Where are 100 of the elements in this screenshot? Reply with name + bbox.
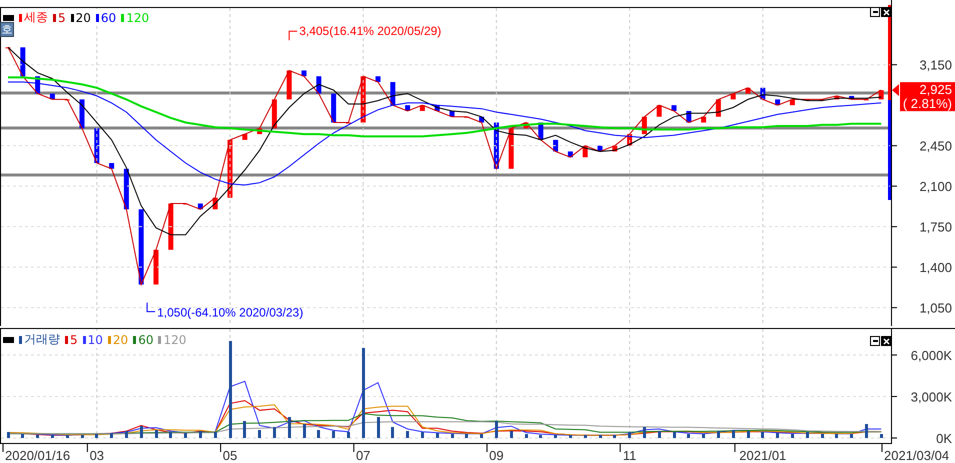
price-axis-label: 1,050 bbox=[919, 300, 952, 316]
volume-bar bbox=[51, 435, 54, 438]
candle bbox=[272, 99, 277, 128]
volume-bar bbox=[732, 430, 735, 438]
candle bbox=[124, 168, 129, 210]
legend-label: 120 bbox=[163, 332, 186, 346]
candle bbox=[286, 70, 292, 100]
volume-bar bbox=[525, 434, 528, 438]
legend-label: 5 bbox=[58, 10, 66, 24]
volume-bar bbox=[584, 435, 587, 438]
price-axis-label: 2,100 bbox=[919, 179, 952, 194]
candle bbox=[524, 122, 528, 128]
volume-bar bbox=[258, 430, 261, 438]
current-price-label: 2,925 bbox=[919, 82, 952, 98]
volume-bar bbox=[480, 434, 483, 438]
volume-bar bbox=[273, 427, 276, 438]
volume-bar bbox=[140, 426, 143, 438]
volume-bar bbox=[66, 435, 69, 438]
volume-bar bbox=[214, 432, 217, 438]
candle bbox=[450, 110, 454, 117]
date-axis-label: 05 bbox=[222, 448, 238, 463]
candle bbox=[168, 204, 174, 250]
candle bbox=[198, 204, 203, 210]
volume-bar bbox=[155, 430, 158, 438]
candle bbox=[642, 116, 647, 134]
candle bbox=[538, 122, 544, 140]
volume-bar bbox=[717, 431, 720, 438]
candle bbox=[730, 94, 736, 100]
volume-bar bbox=[169, 432, 172, 438]
candle bbox=[434, 105, 440, 111]
volume-bar bbox=[569, 435, 572, 438]
volume-bar bbox=[199, 431, 202, 438]
candle bbox=[20, 47, 26, 76]
candle bbox=[420, 105, 425, 111]
change-percent-label: ( 2.81%) bbox=[902, 96, 952, 112]
candle bbox=[35, 76, 40, 94]
close-icon[interactable] bbox=[881, 7, 891, 17]
legend-label: 5 bbox=[70, 332, 78, 346]
minimize-icon[interactable] bbox=[870, 7, 880, 17]
legend-label: 120 bbox=[126, 10, 150, 24]
panel-menu-icon[interactable] bbox=[3, 14, 14, 20]
volume-axis-label: 6,000K bbox=[910, 348, 952, 363]
volume-bar bbox=[495, 421, 498, 438]
volume-bar bbox=[880, 434, 883, 438]
date-axis-label: 2021/03/04 bbox=[884, 448, 950, 463]
horizontal-line[interactable] bbox=[1, 126, 890, 130]
candle bbox=[553, 140, 558, 152]
volume-bar bbox=[687, 434, 690, 438]
candle bbox=[656, 105, 662, 117]
price-axis-label: 1,750 bbox=[919, 220, 952, 235]
current-price-pointer-icon bbox=[892, 84, 899, 96]
candle bbox=[94, 128, 100, 164]
candle bbox=[760, 88, 766, 100]
legend-label: 60 bbox=[138, 332, 154, 346]
candle bbox=[80, 99, 84, 128]
volume-bar bbox=[776, 433, 779, 438]
candle bbox=[612, 146, 618, 152]
volume-bar bbox=[628, 432, 631, 438]
volume-bar bbox=[850, 434, 853, 438]
volume-bar bbox=[865, 424, 868, 438]
volume-bar bbox=[243, 421, 246, 438]
price-axis-label: 1,400 bbox=[919, 260, 952, 276]
quote-button[interactable]: 호 bbox=[0, 22, 14, 37]
volume-bar bbox=[36, 435, 39, 438]
candle bbox=[672, 105, 676, 111]
close-icon[interactable] bbox=[881, 336, 891, 346]
volume-bar bbox=[747, 431, 750, 438]
date-axis-label: 09 bbox=[489, 448, 504, 463]
volume-bar bbox=[95, 434, 98, 438]
volume-bar bbox=[81, 435, 84, 438]
date-axis-label: 07 bbox=[356, 448, 370, 463]
candle bbox=[109, 163, 114, 169]
legend-label: 20 bbox=[76, 10, 91, 24]
volume-bar bbox=[184, 433, 187, 438]
candle bbox=[360, 76, 366, 123]
price-axis-label: 3,150 bbox=[919, 58, 952, 73]
candle bbox=[390, 82, 396, 106]
panel-menu-icon[interactable] bbox=[3, 336, 14, 342]
candle bbox=[598, 146, 602, 152]
volume-bar bbox=[702, 434, 705, 438]
legend-label: 10 bbox=[88, 332, 103, 346]
volume-bar bbox=[761, 432, 764, 438]
date-axis-label: 2020/01/16 bbox=[5, 448, 70, 463]
candle bbox=[775, 99, 780, 106]
candle bbox=[582, 146, 588, 158]
candle bbox=[257, 128, 262, 134]
minimize-icon[interactable] bbox=[870, 336, 880, 346]
volume-bar bbox=[332, 431, 335, 438]
legend-label: 거래량 bbox=[24, 331, 60, 348]
current-price-tag bbox=[900, 82, 955, 112]
candle bbox=[242, 134, 248, 140]
candle bbox=[701, 116, 706, 123]
volume-bar bbox=[406, 431, 409, 438]
volume-bar bbox=[391, 427, 394, 438]
legend-label: 60 bbox=[100, 10, 116, 24]
volume-bar bbox=[658, 431, 661, 438]
volume-bar bbox=[835, 434, 838, 438]
candle bbox=[376, 76, 380, 82]
candle bbox=[627, 134, 632, 146]
volume-bar bbox=[110, 433, 113, 438]
